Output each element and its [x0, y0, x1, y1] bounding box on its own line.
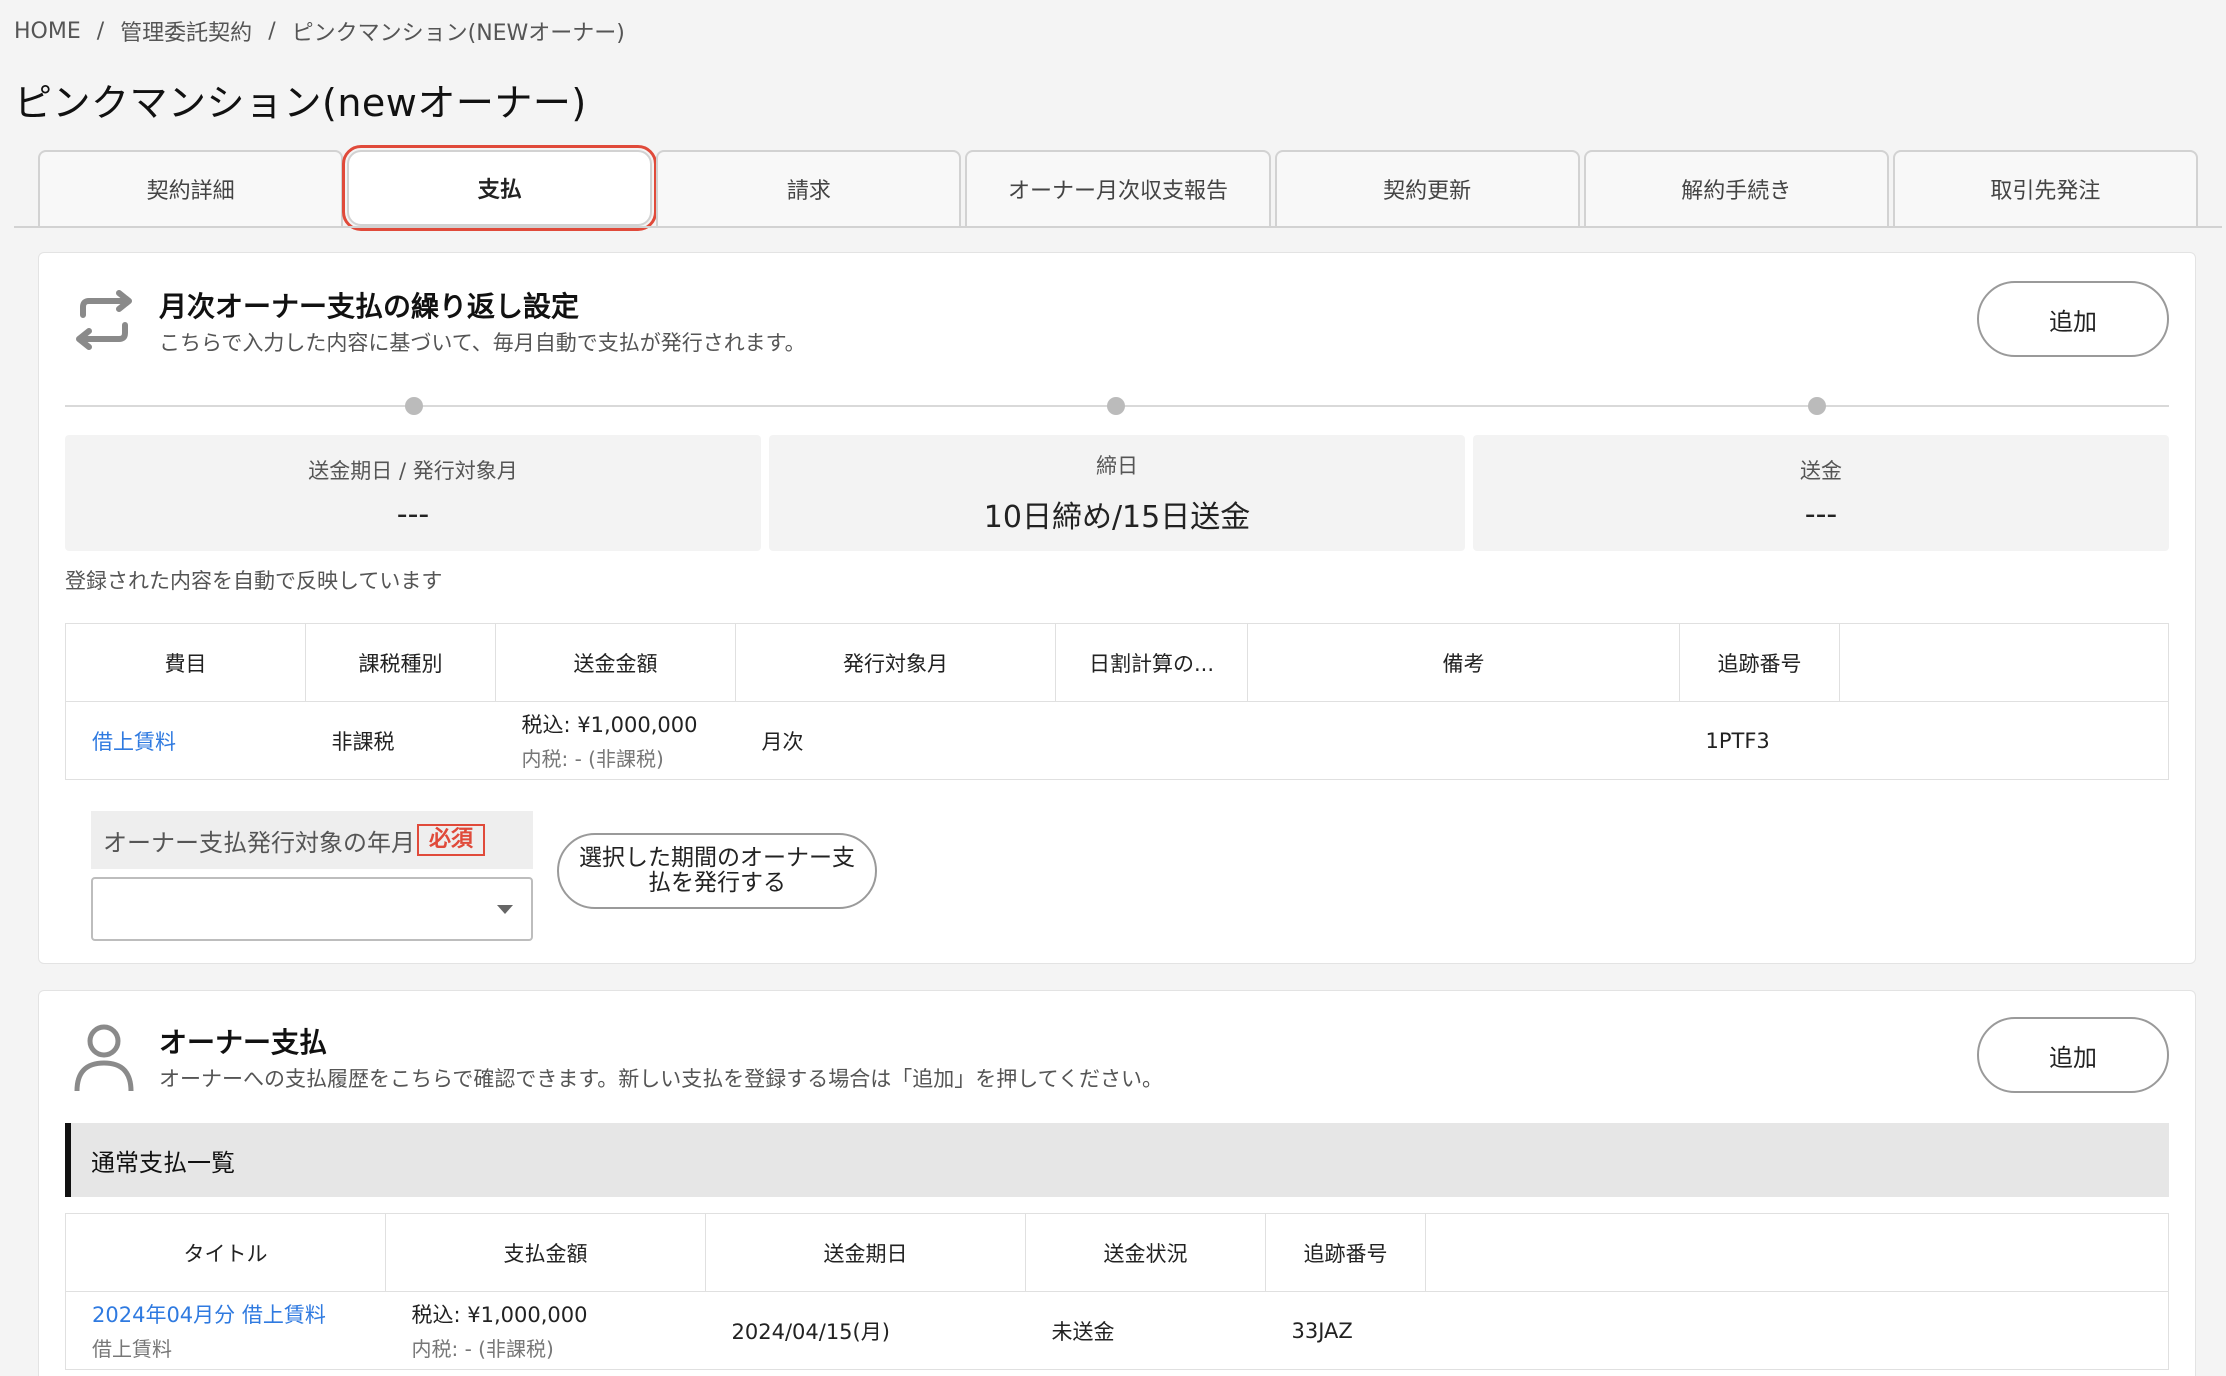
chevron-down-icon [497, 905, 513, 914]
tracking-cell: 1PTF3 [1679, 701, 1840, 780]
section-title: オーナー支払 [159, 1026, 328, 1059]
amount-value: 税込: ¥1,000,000 [521, 713, 698, 737]
col-header: 支払金額 [385, 1213, 706, 1292]
tracking-cell: 33JAZ [1265, 1291, 1426, 1370]
col-header: 追跡番号 [1679, 623, 1840, 702]
normal-payment-list-title: 通常支払一覧 [65, 1123, 2169, 1197]
title-cell: 2024年04月分 借上賃料 借上賃料 [65, 1291, 386, 1370]
empty-cell [1425, 1291, 2169, 1370]
summary-label: 送金 [1800, 458, 1842, 483]
tab-contract-details[interactable]: 契約詳細 [38, 150, 344, 226]
tab-bar: 契約詳細 支払 請求 オーナー月次収支報告 契約更新 解約手続き 取引先発注 [38, 145, 2198, 231]
amount-value: 税込: ¥1,000,000 [411, 1303, 588, 1327]
summary-value: --- [396, 496, 430, 532]
payment-title-link[interactable]: 2024年04月分 借上賃料 [92, 1299, 386, 1329]
col-header: 追跡番号 [1265, 1213, 1426, 1292]
table-row: 2024年04月分 借上賃料 借上賃料 税込: ¥1,000,000 内税: -… [65, 1291, 2169, 1370]
timeline-dot [405, 397, 423, 415]
table-header-row: タイトル 支払金額 送金期日 送金状況 追跡番号 [65, 1213, 2169, 1292]
breadcrumb-current: ピンクマンション(NEWオーナー) [291, 21, 625, 46]
col-header: 日割計算の... [1055, 623, 1248, 702]
remarks-cell [1247, 701, 1680, 780]
empty-cell [1839, 701, 2169, 780]
user-icon [74, 1024, 134, 1091]
form-label-text: オーナー支払発行対象の年月 [103, 828, 415, 857]
table-row: 借上賃料 非課税 税込: ¥1,000,000 内税: - (非課税) 月次 1… [65, 701, 2169, 780]
summary-value: --- [1804, 496, 1838, 532]
tab-payment[interactable]: 支払 [342, 145, 658, 231]
tabs-divider [14, 226, 2222, 228]
repeat-icon [76, 290, 132, 350]
amount-subtext: 内税: - (非課税) [411, 1337, 554, 1361]
timeline [65, 397, 2169, 415]
col-header [1425, 1213, 2169, 1292]
tab-contract-renewal[interactable]: 契約更新 [1274, 150, 1580, 226]
issue-month-select[interactable] [91, 877, 533, 941]
auto-reflect-note: 登録された内容を自動で反映しています [65, 569, 443, 593]
col-header: 発行対象月 [735, 623, 1056, 702]
tab-owner-monthly-report[interactable]: オーナー月次収支報告 [965, 150, 1271, 226]
col-header: 費目 [65, 623, 306, 702]
summary-remittance: 送金 --- [1473, 435, 2169, 551]
summary-value: 10日締め/15日送金 [983, 500, 1251, 535]
timeline-dot [1107, 397, 1125, 415]
col-header [1839, 623, 2169, 702]
owner-payment-table: タイトル 支払金額 送金期日 送金状況 追跡番号 2024年04月分 借上賃料 … [65, 1213, 2169, 1370]
issue-payment-button[interactable]: 選択した期間のオーナー支払を発行する [557, 833, 877, 909]
recurring-payment-section: 月次オーナー支払の繰り返し設定 こちらで入力した内容に基づいて、毎月自動で支払が… [38, 252, 2196, 964]
owner-payment-section: オーナー支払 オーナーへの支払履歴をこちらで確認できます。新しい支払を登録する場… [38, 990, 2196, 1376]
section-description: オーナーへの支払履歴をこちらで確認できます。新しい支払を登録する場合は「追加」を… [159, 1067, 1164, 1091]
section-description: こちらで入力した内容に基づいて、毎月自動で支払が発行されます。 [159, 331, 806, 355]
col-header: 備考 [1247, 623, 1680, 702]
recurring-table: 費目 課税種別 送金金額 発行対象月 日割計算の... 備考 追跡番号 借上賃料… [65, 623, 2169, 780]
due-date-cell: 2024/04/15(月) [705, 1291, 1026, 1370]
col-header: 送金金額 [495, 623, 736, 702]
tax-type-cell: 非課税 [305, 701, 496, 780]
timeline-dot [1808, 397, 1826, 415]
col-header: 送金状況 [1025, 1213, 1266, 1292]
col-header: 送金期日 [705, 1213, 1026, 1292]
payment-title-subtext: 借上賃料 [92, 1337, 172, 1361]
required-badge: 必須 [417, 824, 486, 856]
summary-due-date: 送金期日 / 発行対象月 --- [65, 435, 761, 551]
target-month-cell: 月次 [735, 701, 1056, 780]
breadcrumb-home[interactable]: HOME [14, 19, 81, 44]
schedule-summary: 送金期日 / 発行対象月 --- 締日 10日締め/15日送金 送金 --- [65, 435, 2169, 551]
amount-cell: 税込: ¥1,000,000 内税: - (非課税) [495, 701, 736, 780]
add-recurring-button[interactable]: 追加 [1977, 281, 2169, 357]
add-owner-payment-button[interactable]: 追加 [1977, 1017, 2169, 1093]
tab-cancellation[interactable]: 解約手続き [1583, 150, 1889, 226]
item-link[interactable]: 借上賃料 [92, 730, 176, 754]
breadcrumb-separator: / [268, 18, 276, 44]
breadcrumb: HOME / 管理委託契約 / ピンクマンション(NEWオーナー) [14, 14, 625, 48]
section-title: 月次オーナー支払の繰り返し設定 [159, 290, 580, 323]
tab-billing[interactable]: 請求 [656, 150, 962, 226]
summary-label: 送金期日 / 発行対象月 [308, 458, 518, 483]
col-header: 課税種別 [305, 623, 496, 702]
breadcrumb-separator: / [96, 18, 105, 44]
amount-cell: 税込: ¥1,000,000 内税: - (非課税) [385, 1291, 706, 1370]
amount-subtext: 内税: - (非課税) [521, 747, 664, 771]
issue-month-label: オーナー支払発行対象の年月 必須 [91, 811, 533, 869]
prorate-cell [1055, 701, 1248, 780]
status-cell: 未送金 [1025, 1291, 1266, 1370]
page-title: ピンクマンション(newオーナー) [14, 81, 587, 125]
tab-vendor-order[interactable]: 取引先発注 [1892, 150, 2198, 226]
summary-closing-day: 締日 10日締め/15日送金 [769, 435, 1465, 551]
col-header: タイトル [65, 1213, 386, 1292]
table-header-row: 費目 課税種別 送金金額 発行対象月 日割計算の... 備考 追跡番号 [65, 623, 2169, 702]
summary-label: 締日 [1096, 454, 1138, 478]
breadcrumb-contract[interactable]: 管理委託契約 [120, 15, 252, 47]
